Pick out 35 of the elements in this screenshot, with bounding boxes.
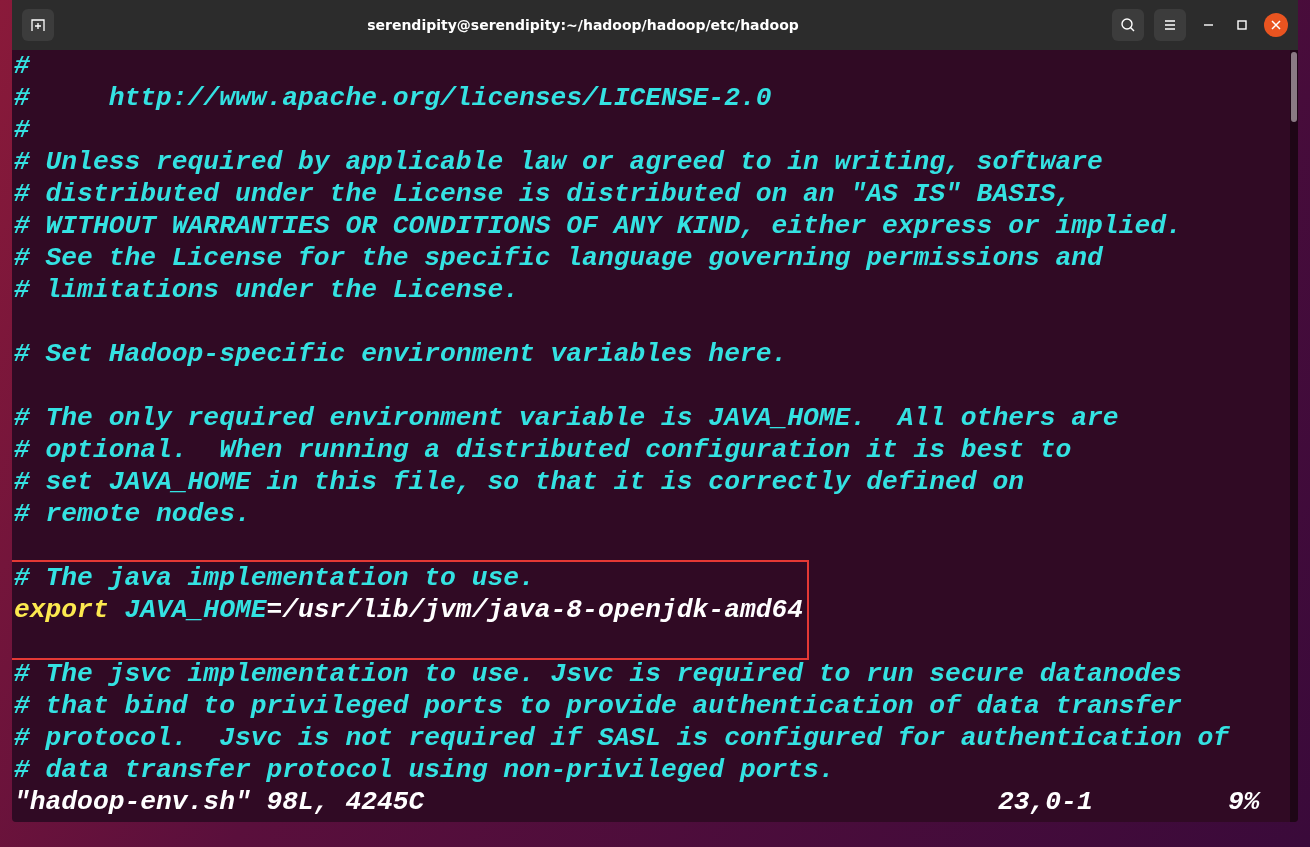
comment-line: # limitations under the License. [14,275,519,305]
comment-line: # set JAVA_HOME in this file, so that it is correctly defined on [14,467,1024,497]
comment-line: # data transfer protocol using non-privileged ports. [14,755,835,785]
new-tab-button[interactable] [22,9,54,41]
scrollbar-thumb[interactable] [1291,52,1297,122]
comment-line: # that bind to privileged ports to provide authentication of data transfer [14,691,1182,721]
comment-line: # See the License for the specific language governing permissions and [14,243,1103,273]
comment-line: # The jsvc implementation to use. Jsvc is required to run secure datanodes [14,659,1182,689]
close-button[interactable] [1264,13,1288,37]
comment-line: # [14,51,30,81]
file-info: "hadoop-env.sh" 98L, 4245C [14,787,425,817]
comment-line: # The only required environment variable is JAVA_HOME. All others are [14,403,1119,433]
comment-line: # Set Hadoop-specific environment variables here. [14,339,788,369]
minimize-icon [1203,24,1213,26]
cursor-position: 23,0-1 [998,787,1093,817]
window-title: serendipity@serendipity:~/hadoop/hadoop/etc/hadoop [366,17,800,33]
code-line: export JAVA_HOME=/usr/lib/jvm/java-8-openjdk-amd64 [14,595,804,625]
comment-line: # [14,115,30,145]
comment-line: # distributed under the License is distributed on an "AS IS" BASIS, [14,179,1072,209]
comment-line: # http://www.apache.org/licenses/LICENSE-2.0 [14,83,772,113]
scrollbar[interactable] [1290,50,1298,822]
scroll-percent: 9% [1228,787,1260,817]
search-icon [1120,17,1136,33]
comment-line: # optional. When running a distributed configuration it is best to [14,435,1072,465]
comment-line: # The java implementation to use. [14,563,535,593]
comment-line: # WITHOUT WARRANTIES OR CONDITIONS OF ANY KIND, either express or implied. [14,211,1182,241]
comment-line: # Unless required by applicable law or agreed to in writing, software [14,147,1103,177]
new-tab-icon [30,17,46,33]
menu-icon [1163,19,1177,31]
comment-line: # protocol. Jsvc is not required if SASL is configured for authentication of [14,723,1230,753]
comment-line: # remote nodes. [14,499,251,529]
menu-button[interactable] [1154,9,1186,41]
maximize-icon [1237,20,1247,30]
search-button[interactable] [1112,9,1144,41]
close-icon [1271,20,1281,30]
